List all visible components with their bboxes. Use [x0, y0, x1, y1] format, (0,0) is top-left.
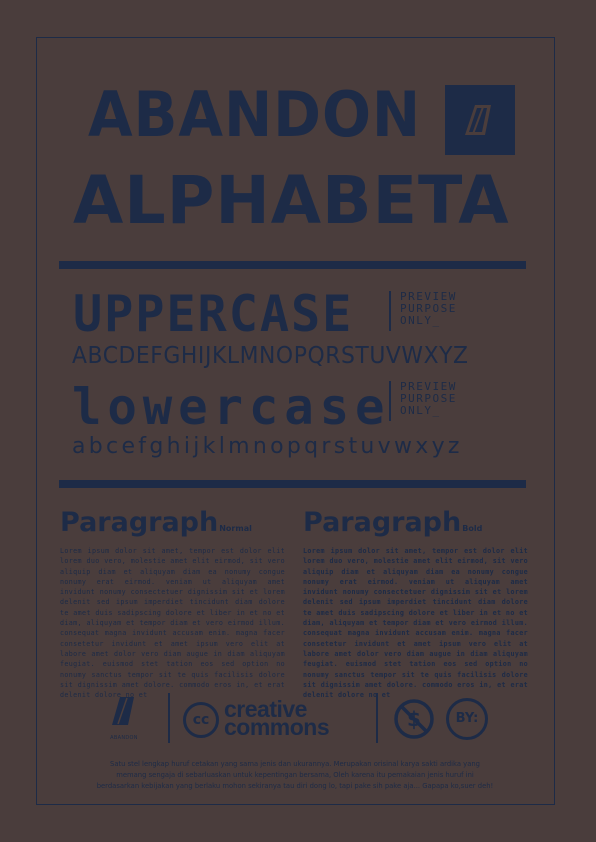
- separator-lower: [389, 381, 391, 421]
- separator-upper: [389, 291, 391, 331]
- paragraph-bold-heading: ParagraphBold: [303, 509, 482, 536]
- title-line-1: ABANDON: [88, 78, 422, 151]
- footer-note: Satu stel lengkap huruf cetakan yang sam…: [60, 759, 530, 792]
- lowercase-alphabet: abcefghijklmnopqrstuvwxyz: [72, 434, 463, 459]
- footer-line-1: Satu stel lengkap huruf cetakan yang sam…: [110, 760, 480, 768]
- abandon-small-logo-icon: [112, 697, 134, 725]
- preview-note-lower: PREVIEW PURPOSE ONLY_: [400, 380, 457, 417]
- paragraph-normal-weight: Normal: [219, 524, 252, 533]
- abandon-small-label: ABANDON: [110, 735, 138, 741]
- paragraph-normal-heading: ParagraphNormal: [60, 509, 252, 536]
- cc-line-2: commons: [224, 714, 330, 740]
- abandon-logo: [445, 85, 515, 155]
- footer-line-3: berdasarkan kebijakan yang berlaku mohon…: [96, 782, 494, 790]
- abandon-small-logo: ABANDON: [104, 693, 144, 741]
- uppercase-alphabet: ABCDEFGHIJKLMNOPQRSTUVWXYZ: [72, 343, 469, 369]
- abandon-logo-icon: [465, 105, 491, 135]
- preview-note-upper: PREVIEW PURPOSE ONLY_: [400, 290, 457, 327]
- divider-middle: [59, 480, 526, 488]
- non-commercial-icon: $: [393, 698, 435, 740]
- title-line-2: ALPHABETA: [73, 162, 510, 239]
- paragraph-normal-title: Paragraph: [60, 507, 219, 538]
- cc-badge-icon: cc: [183, 702, 219, 738]
- separator-logo-2: [376, 693, 378, 743]
- footer-line-2: memang sengaja di sebarluaskan untuk kep…: [116, 771, 474, 779]
- divider-top: [59, 261, 526, 269]
- lowercase-heading: lowercase: [72, 378, 391, 436]
- paragraph-bold-text: Lorem ipsum dolor sit amet, tempor est d…: [303, 547, 528, 700]
- paragraph-bold-title: Paragraph: [303, 507, 462, 538]
- creative-commons-wordmark: creative commons: [224, 698, 330, 740]
- separator-logo-1: [168, 693, 170, 743]
- paragraph-bold-weight: Bold: [462, 524, 483, 533]
- paragraph-normal-text: Lorem ipsum dolor sit amet, tempor est d…: [60, 547, 285, 700]
- uppercase-heading: UPPERCASE: [73, 285, 354, 343]
- attribution-badge-icon: BY:: [446, 698, 488, 740]
